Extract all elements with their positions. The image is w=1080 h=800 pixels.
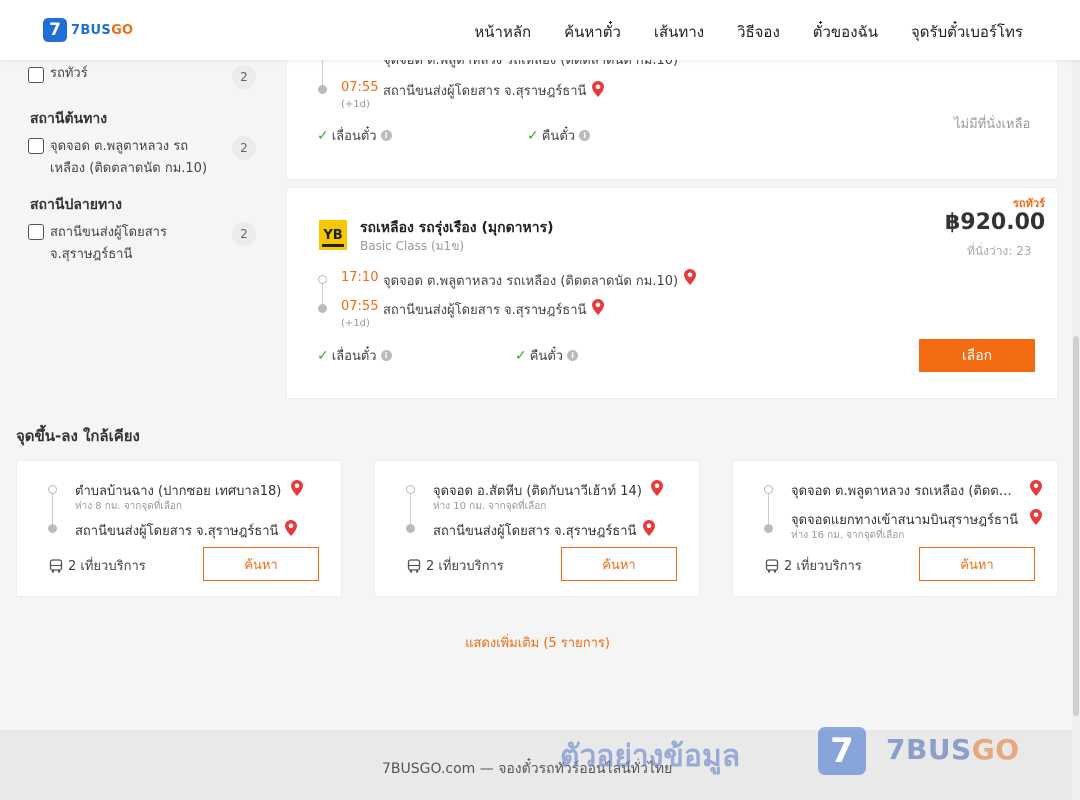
check-icon: ✓ <box>527 127 539 144</box>
ticket-price: ฿920.00 <box>945 210 1046 235</box>
operator-name: รถเหลือง รถรุ่งเรือง (มุกดาหาร) <box>360 220 554 236</box>
info-icon[interactable]: i <box>380 350 392 361</box>
nearby-search-button[interactable]: ค้นหา <box>203 547 319 581</box>
scrollbar-thumb[interactable] <box>1073 336 1079 716</box>
feature-refund: ✓ คืนตั๋ว i <box>515 345 579 366</box>
logo-text: 7BUSGO <box>71 22 134 38</box>
trip-card-1: 17:10 จุดจอด ต.พลูตาหลวง รถเหลือง (ติดตล… <box>286 40 1058 180</box>
location-pin-icon[interactable] <box>592 299 604 315</box>
nav-home[interactable]: หน้าหลัก <box>474 20 531 44</box>
watermark-logo-icon: 7 <box>818 727 866 775</box>
count-badge: 2 <box>232 136 256 160</box>
location-pin-icon[interactable] <box>651 480 663 496</box>
nav-pickup-points[interactable]: จุดรับตั๋วเบอร์โทร <box>911 20 1023 44</box>
bus-icon <box>407 558 421 573</box>
checkbox[interactable] <box>28 138 44 154</box>
nearby-card-2: จุดจอด อ.สัตหีบ (ติดกับนาวีเฮ้าท์ 14) ห่… <box>374 460 700 597</box>
main-nav: หน้าหลัก ค้นหาตั๋ว เส้นทาง วิธีจอง ตั๋วข… <box>474 20 1023 44</box>
nearby-section-title: จุดขึ้น-ลง ใกล้เคียง <box>16 427 140 445</box>
no-seats-label: ไม่มีที่นั่งเหลือ <box>954 117 1031 132</box>
feature-reschedule: ✓ เลื่อนตั๋ว i <box>317 345 392 366</box>
logo[interactable]: 7 7BUSGO <box>43 18 133 42</box>
operator-logo-icon: YB <box>319 220 347 250</box>
count-badge: 2 <box>232 222 256 246</box>
check-icon: ✓ <box>317 127 329 144</box>
check-icon: ✓ <box>515 347 527 364</box>
info-icon[interactable]: i <box>380 130 392 141</box>
watermark-text: ตัวอย่างข้อมูล <box>560 739 741 774</box>
origin-filter-title: สถานีต้นทาง <box>30 111 108 127</box>
check-icon: ✓ <box>317 347 329 364</box>
departure-stop: จุดจอด ต.พลูตาหลวง รถเหลือง (ติดตลาดนัด … <box>383 274 679 289</box>
location-pin-icon[interactable] <box>285 520 297 536</box>
checkbox[interactable] <box>28 224 44 240</box>
nav-search-ticket[interactable]: ค้นหาตั๋ว <box>564 20 621 44</box>
checkbox[interactable] <box>28 67 44 83</box>
select-trip-button[interactable]: เลือก <box>919 339 1035 372</box>
available-seats: ที่นั่งว่าง: 23 <box>967 244 1032 258</box>
nearby-search-button[interactable]: ค้นหา <box>919 547 1035 581</box>
trip-card-2: รถทัวร์ YB รถเหลือง รถรุ่งเรือง (มุกดาหา… <box>286 187 1058 399</box>
bus-class: Basic Class (ม1ข) <box>360 239 465 253</box>
filter-tour-bus[interactable]: รถทัวร์ 2 <box>28 65 256 89</box>
location-pin-icon[interactable] <box>684 269 696 285</box>
feature-refund: ✓ คืนตั๋ว i <box>527 125 591 146</box>
nav-routes[interactable]: เส้นทาง <box>654 20 704 44</box>
nav-how-to-book[interactable]: วิธีจอง <box>737 20 780 44</box>
bus-icon <box>49 558 63 573</box>
svg-text:YB: YB <box>322 228 342 243</box>
location-pin-icon[interactable] <box>643 520 655 536</box>
arrival-stop: สถานีขนส่งผู้โดยสาร จ.สุราษฎร์ธานี <box>383 303 587 318</box>
info-icon[interactable]: i <box>567 350 579 361</box>
dest-filter-title: สถานีปลายทาง <box>30 197 122 213</box>
count-badge: 2 <box>232 65 256 89</box>
nearby-card-3: จุดจอด ต.พลูตาหลวง รถเหลือง (ติดตลาดนัด … <box>732 460 1058 597</box>
nearby-card-1: ตำบลบ้านฉาง (ปากซอย เทศบาล18) ห่าง 8 กม.… <box>16 460 342 597</box>
header: 7 7BUSGO หน้าหลัก ค้นหาตั๋ว เส้นทาง วิธี… <box>0 0 1080 60</box>
nearby-search-button[interactable]: ค้นหา <box>561 547 677 581</box>
bus-icon <box>765 558 779 573</box>
show-more-link[interactable]: แสดงเพิ่มเติม (5 รายการ) <box>0 632 1075 653</box>
filter-dest-stop[interactable]: สถานีขนส่งผู้โดยสาร จ.สุราษฎร์ธานี 2 <box>28 222 256 266</box>
location-pin-icon[interactable] <box>592 81 604 97</box>
feature-reschedule: ✓ เลื่อนตั๋ว i <box>317 125 392 146</box>
location-pin-icon[interactable] <box>291 480 303 496</box>
info-icon[interactable]: i <box>579 130 591 141</box>
filter-origin-stop[interactable]: จุดจอด ต.พลูตาหลวง รถเหลือง (ติดตลาดนัด … <box>28 136 256 180</box>
nav-my-tickets[interactable]: ตั๋วของฉัน <box>813 20 878 44</box>
location-pin-icon[interactable] <box>1030 509 1042 525</box>
watermark-brand: 7BUSGO <box>886 733 1020 766</box>
location-pin-icon[interactable] <box>1030 480 1042 496</box>
logo-icon: 7 <box>43 18 67 42</box>
